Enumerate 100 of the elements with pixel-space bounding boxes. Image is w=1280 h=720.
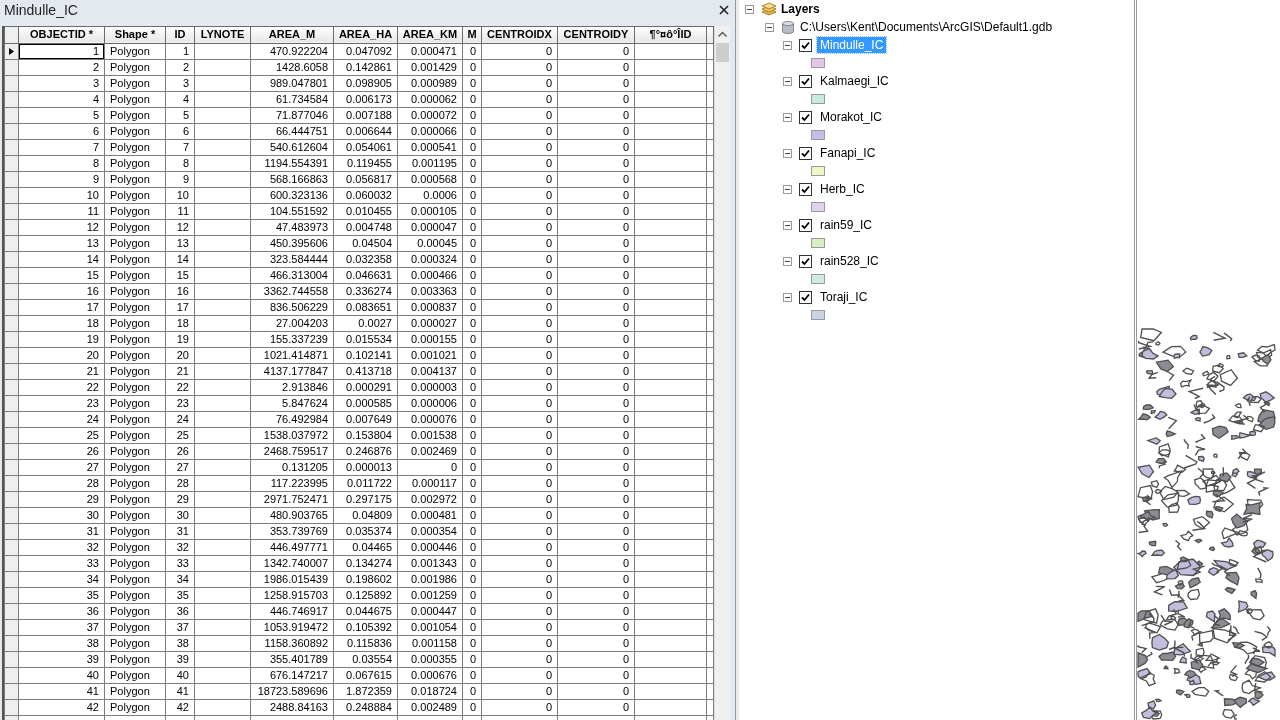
layer-name[interactable]: Herb_IC — [817, 181, 868, 197]
table-cell: 16 — [165, 283, 195, 300]
table-cell: 42 — [165, 699, 195, 716]
table-cell: 0.000989 — [397, 75, 463, 92]
table-cell: Polygon — [104, 155, 166, 172]
layer-checkbox[interactable] — [799, 290, 812, 304]
table-cell: 0 — [557, 539, 635, 556]
column-header[interactable]: AREA_KM — [397, 26, 463, 44]
table-cell: 0 — [557, 523, 635, 540]
column-header[interactable]: LYNOTE — [194, 26, 251, 44]
table-cell: Polygon — [104, 107, 166, 124]
table-cell: 25 — [165, 427, 195, 444]
table-cell: 0 — [557, 251, 635, 268]
collapse-toggle[interactable] — [783, 148, 792, 158]
table-cell: 0 — [557, 459, 635, 476]
collapse-toggle[interactable] — [783, 184, 792, 194]
table-cell: 0.007649 — [333, 411, 398, 428]
table-cell: 0 — [481, 523, 558, 540]
table-cell: 0 — [557, 555, 635, 572]
table-cell: 36 — [165, 603, 195, 620]
table-cell: 0.119455 — [333, 155, 398, 172]
table-cell: 38 — [165, 635, 195, 652]
table-cell: 0.248884 — [333, 699, 398, 716]
table-cell: Polygon — [104, 315, 166, 332]
table-cell: 0 — [557, 347, 635, 364]
layer-name[interactable]: Toraji_IC — [817, 289, 871, 305]
layer-name[interactable]: Fanapi_IC — [817, 145, 879, 161]
collapse-toggle[interactable] — [783, 292, 792, 302]
table-cell: 0 — [481, 651, 558, 668]
layer-checkbox[interactable] — [799, 38, 812, 52]
table-cell: Polygon — [104, 59, 166, 76]
close-icon[interactable] — [719, 4, 729, 15]
table-cell: 35 — [18, 587, 105, 604]
table-cell: 0.0027 — [333, 315, 398, 332]
table-cell: 0 — [462, 555, 482, 572]
table-cell: 0.000481 — [397, 507, 463, 524]
layer-checkbox[interactable] — [799, 146, 812, 160]
collapse-toggle[interactable] — [783, 76, 792, 86]
table-cell: Polygon — [104, 395, 166, 412]
current-row-icon — [9, 47, 14, 55]
table-cell: 0 — [481, 459, 558, 476]
column-header[interactable]: AREA_HA — [333, 26, 398, 44]
layer-checkbox[interactable] — [799, 254, 812, 268]
table-cell: 0 — [462, 651, 482, 668]
table-cell: 0 — [462, 139, 482, 156]
table-cell: 17 — [165, 299, 195, 316]
column-header[interactable]: Shape * — [104, 26, 166, 44]
layer-name[interactable]: Morakot_IC — [817, 109, 886, 125]
table-cell: 600.323136 — [250, 187, 334, 204]
geodatabase-path[interactable]: C:\Users\Kent\Documents\ArcGIS\Default1.gdb — [800, 18, 1053, 36]
table-cell: 0.054061 — [333, 139, 398, 156]
layer-checkbox[interactable] — [799, 218, 812, 232]
layer-checkbox[interactable] — [799, 110, 812, 124]
collapse-toggle[interactable] — [783, 220, 792, 230]
collapse-toggle[interactable] — [745, 4, 754, 14]
table-cell: 0.000006 — [397, 395, 463, 412]
table-cell: 989.047801 — [250, 75, 334, 92]
table-cell: 0 — [481, 347, 558, 364]
layer-name[interactable]: rain528_IC — [817, 253, 882, 269]
layer-checkbox[interactable] — [799, 182, 812, 196]
table-cell: 0.000447 — [397, 603, 463, 620]
collapse-toggle[interactable] — [783, 112, 792, 122]
scroll-up-icon[interactable] — [718, 30, 727, 37]
table-cell: 1.872359 — [333, 683, 398, 700]
table-cell: 0 — [557, 331, 635, 348]
table-cell: 0 — [481, 203, 558, 220]
column-header[interactable]: ¶°¤ô°ÎID — [634, 26, 707, 44]
table-cell: 3 — [165, 75, 195, 92]
collapse-toggle[interactable] — [783, 40, 792, 50]
table-cell: 41 — [18, 683, 105, 700]
column-header[interactable]: OBJECTID * — [18, 26, 105, 44]
table-cell: 0 — [557, 427, 635, 444]
table-cell: Polygon — [104, 219, 166, 236]
table-cell: 104.551592 — [250, 203, 334, 220]
table-cell: 7 — [165, 139, 195, 156]
column-header[interactable]: ID — [165, 26, 195, 44]
collapse-toggle[interactable] — [765, 22, 774, 32]
table-cell: 0 — [557, 123, 635, 140]
table-cell: 0.004748 — [333, 219, 398, 236]
table-cell: 0 — [557, 171, 635, 188]
table-cell: 28 — [165, 475, 195, 492]
table-cell: 2 — [165, 59, 195, 76]
table-cell: Polygon — [104, 475, 166, 492]
column-header[interactable]: CENTROIDY — [557, 26, 635, 44]
table-cell: Polygon — [104, 443, 166, 460]
scrollbar-thumb[interactable] — [716, 42, 729, 62]
layer-checkbox[interactable] — [799, 74, 812, 88]
table-cell: 0 — [557, 107, 635, 124]
table-cell: 0 — [462, 347, 482, 364]
column-header[interactable]: CENTROIDX — [481, 26, 558, 44]
table-cell: 6 — [18, 123, 105, 140]
column-header[interactable]: AREA_M — [250, 26, 334, 44]
table-cell: 10 — [18, 187, 105, 204]
table-cell: 0 — [481, 235, 558, 252]
layer-name[interactable]: Kalmaegi_IC — [817, 73, 892, 89]
table-cell: 0.000446 — [397, 539, 463, 556]
layer-name[interactable]: rain59_IC — [817, 217, 876, 233]
table-cell: 0 — [557, 395, 635, 412]
collapse-toggle[interactable] — [783, 256, 792, 266]
table-cell: 0.001538 — [397, 427, 463, 444]
